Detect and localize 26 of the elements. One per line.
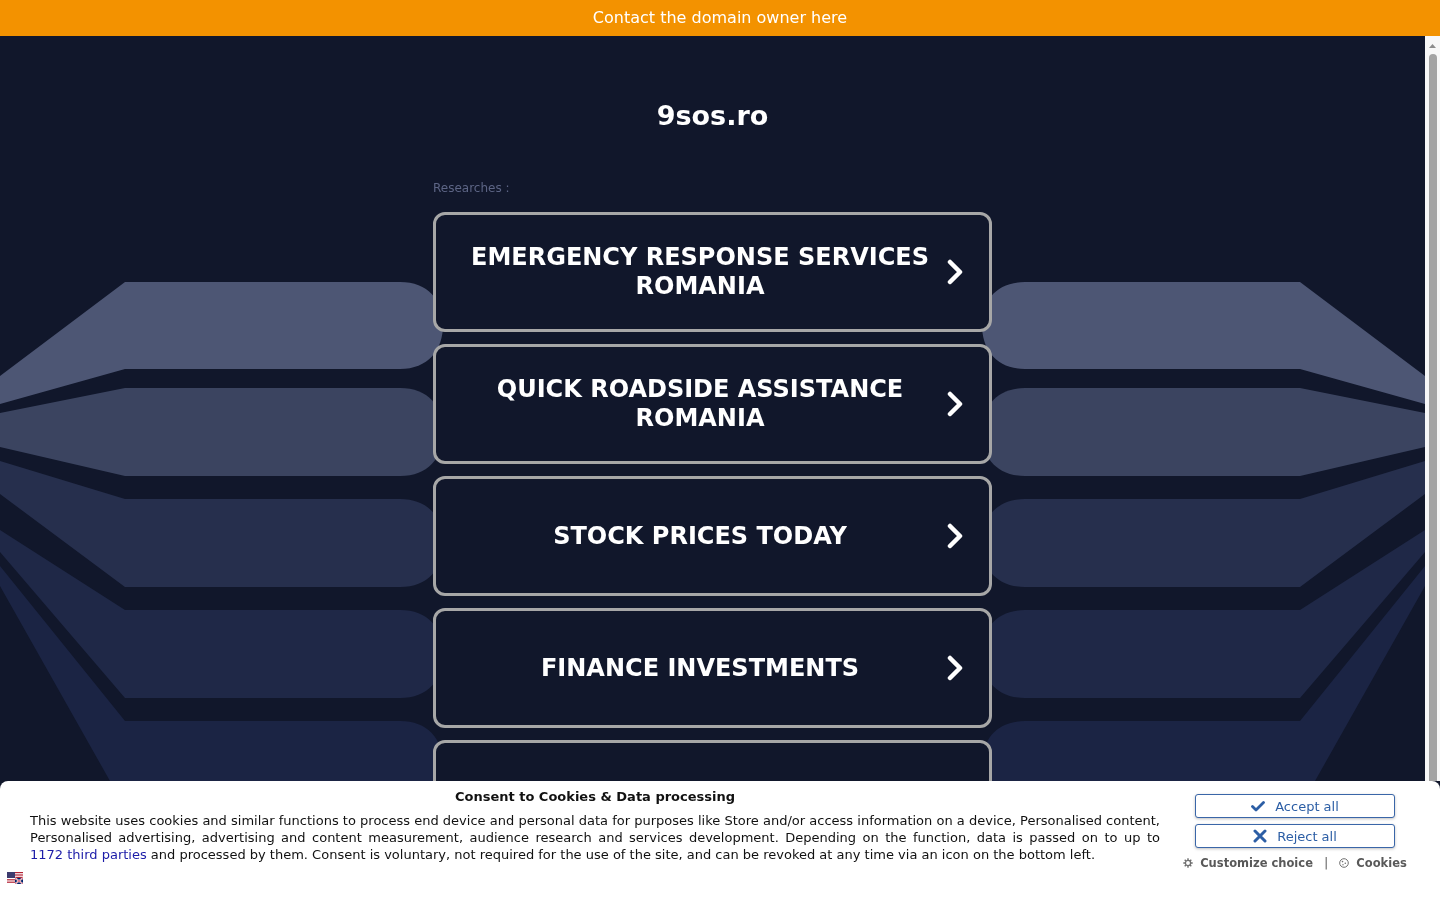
chevron-icon bbox=[947, 523, 963, 549]
result-button[interactable]: STOCK PRICES TODAY bbox=[433, 476, 992, 596]
chevron-icon bbox=[947, 655, 963, 681]
cookies-link[interactable]: Cookies bbox=[1339, 855, 1407, 871]
result-button[interactable]: FINANCE INVESTMENTS bbox=[433, 608, 992, 728]
result-button[interactable]: EMERGENCY RESPONSE SERVICES ROMANIA bbox=[433, 212, 992, 332]
third-parties-link[interactable]: 1172 third parties bbox=[30, 847, 147, 862]
settings-icon bbox=[1183, 858, 1194, 868]
scrollbar[interactable] bbox=[1425, 36, 1440, 781]
consent-title: Consent to Cookies & Data processing bbox=[453, 789, 737, 805]
cross-icon bbox=[1253, 829, 1268, 843]
reject-button[interactable]: Reject all bbox=[1195, 824, 1395, 848]
cookie-icon bbox=[1339, 858, 1350, 868]
scroll-up-icon[interactable] bbox=[1429, 44, 1436, 48]
scrollbar-thumb[interactable] bbox=[1428, 54, 1437, 781]
accept-button[interactable]: Accept all bbox=[1195, 794, 1395, 818]
customize-link[interactable]: Customize choice bbox=[1183, 855, 1313, 871]
flag-icon[interactable] bbox=[7, 872, 23, 884]
chevron-icon bbox=[947, 259, 963, 285]
result-button[interactable]: QUICK ROADSIDE ASSISTANCE ROMANIA bbox=[433, 344, 992, 464]
check-icon bbox=[1251, 800, 1266, 812]
site-title: 9sos.ro bbox=[656, 100, 769, 132]
consent-text: This website uses cookies and similar functions to process end device and personal data for purposes like Store and/or access information on a device, Personalised content, Personalised advertising, advertising and content measurement, audience research and services development. Depending on the function, data is passed on to up to 1172 third parties and processed by them. Consent is voluntary, not required for the use of the site, and can be revoked at any time via an icon on the bottom left. bbox=[30, 812, 1160, 863]
section-label: Researches : bbox=[433, 181, 511, 195]
chevron-icon bbox=[947, 391, 963, 417]
separator-text: | bbox=[1323, 855, 1329, 871]
